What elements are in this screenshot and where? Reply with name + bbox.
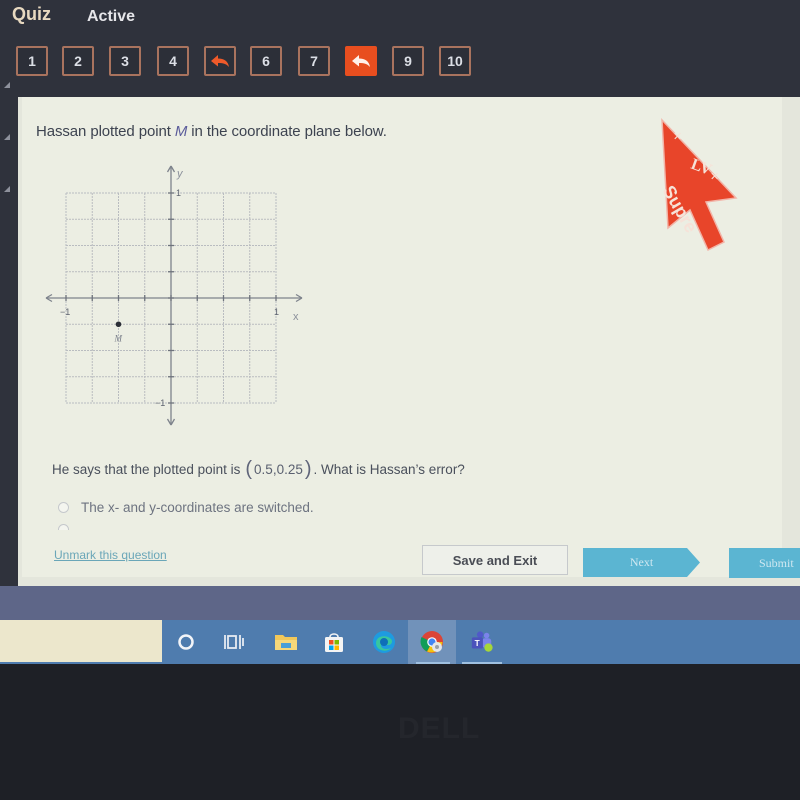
y-max-tick-label: 1	[176, 188, 181, 198]
data-point-m	[115, 321, 122, 328]
svg-text:T: T	[475, 638, 480, 648]
answer-option-1[interactable]: The x- and y-coordinates are switched.	[58, 500, 314, 515]
resize-corner-icon	[4, 82, 10, 88]
question-number: 4	[169, 53, 177, 69]
question-intro-text: Hassan plotted point	[36, 123, 175, 140]
task-view-icon[interactable]	[222, 630, 246, 654]
prompt-text: . What is Hassan’s error?	[313, 462, 465, 477]
button-label: Next	[629, 555, 654, 569]
question-button-2[interactable]: 2	[62, 46, 94, 76]
quiz-header: Quiz Active	[0, 0, 800, 40]
y-min-tick-label: −1	[155, 398, 165, 408]
prompt-text: He says that the plotted point is	[52, 462, 241, 477]
question-number: 9	[404, 53, 412, 69]
save-and-exit-button[interactable]: Save and Exit	[422, 545, 568, 575]
question-intro-text: in the coordinate plane below.	[187, 123, 387, 140]
question-button-7[interactable]: 7	[298, 46, 330, 76]
close-paren: )	[304, 458, 312, 480]
question-button-5-flagged[interactable]	[204, 46, 236, 76]
dell-logo: DELL	[398, 712, 481, 745]
question-number: 2	[74, 53, 82, 69]
question-button-6[interactable]: 6	[250, 46, 282, 76]
data-point-label: M	[114, 333, 123, 343]
submit-button[interactable]: Submit	[729, 548, 800, 578]
teams-icon[interactable]: T	[470, 630, 494, 654]
windows-taskbar: T	[0, 620, 800, 664]
question-number: 1	[28, 53, 36, 69]
point-variable: M	[174, 123, 188, 140]
question-prompt: He says that the plotted point is (0.5,0…	[52, 458, 465, 481]
desktop-strip	[0, 586, 800, 622]
y-axis-label: y	[176, 168, 184, 180]
button-label: Save and Exit	[452, 552, 538, 568]
custom-mouse-cursor-icon: ✕ LV ✕ Supre	[659, 118, 738, 252]
chrome-icon[interactable]	[420, 630, 444, 654]
cursor-decoration: ✕	[710, 171, 719, 183]
microsoft-store-icon[interactable]	[322, 630, 346, 654]
file-explorer-icon[interactable]	[274, 630, 298, 654]
claimed-coordinate: 0.5,0.25	[254, 462, 303, 477]
flag-return-icon	[352, 55, 370, 67]
resize-corner-icon	[4, 186, 10, 192]
question-button-8-current[interactable]	[345, 46, 377, 76]
x-max-tick-label: 1	[274, 307, 279, 317]
edge-icon[interactable]	[372, 630, 396, 654]
question-number: 7	[310, 53, 318, 69]
open-paren: (	[245, 458, 253, 480]
question-button-3[interactable]: 3	[109, 46, 141, 76]
x-axis-label: x	[293, 311, 299, 323]
axes	[45, 165, 303, 426]
answer-option-label: The x- and y-coordinates are switched.	[81, 500, 314, 515]
cursor-decoration: ✕	[673, 131, 682, 143]
question-number: 10	[447, 53, 463, 69]
x-min-tick-label: −1	[60, 307, 70, 317]
quiz-brand: Quiz	[12, 4, 51, 24]
cortana-icon[interactable]	[174, 630, 198, 654]
quiz-status: Active	[87, 8, 136, 25]
unmark-question-link[interactable]: Unmark this question	[54, 548, 167, 562]
question-footer: Unmark this question Save and Exit Next …	[40, 540, 800, 582]
question-number: 6	[262, 53, 270, 69]
question-intro: Hassan plotted point M in the coordinate…	[36, 123, 387, 140]
flag-return-icon	[211, 55, 229, 67]
taskbar-search-box[interactable]	[0, 620, 162, 662]
question-button-9[interactable]: 9	[392, 46, 424, 76]
answer-option-2-clipped[interactable]	[58, 524, 358, 530]
question-button-4[interactable]: 4	[157, 46, 189, 76]
coordinate-plane: y x −1 1 −1 1 M	[45, 165, 303, 426]
resize-corner-icon	[4, 134, 10, 140]
question-button-10[interactable]: 10	[439, 46, 471, 76]
next-button[interactable]: Next	[583, 548, 700, 577]
question-number: 3	[121, 53, 129, 69]
radio-button[interactable]	[58, 502, 69, 513]
button-label: Submit	[759, 555, 794, 570]
radio-button[interactable]	[58, 524, 69, 530]
question-button-1[interactable]: 1	[16, 46, 48, 76]
